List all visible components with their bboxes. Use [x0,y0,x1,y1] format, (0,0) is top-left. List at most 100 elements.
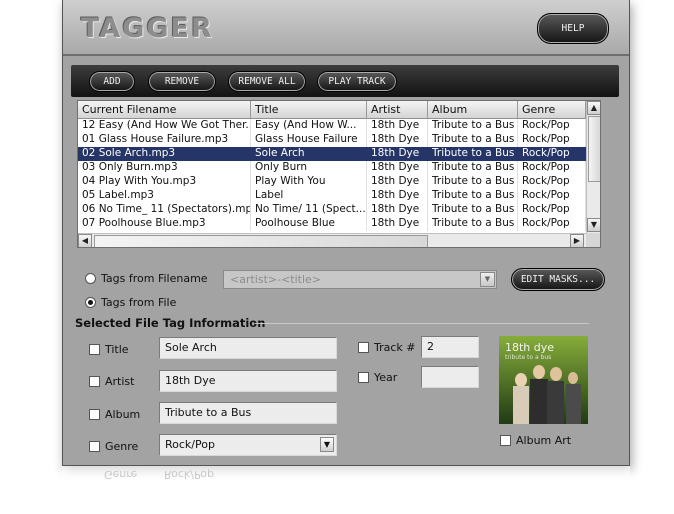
track-label: Track # [374,341,416,354]
scroll-right-arrow-icon[interactable]: ▶ [570,234,584,247]
track-checkbox[interactable] [358,342,369,353]
artist-label: Artist [105,375,135,388]
table-cell: Tribute to a Bus [428,119,518,133]
table-cell: No Time/ 11 (Spect... [251,203,367,217]
title-checkbox[interactable] [89,344,100,355]
table-cell: Tribute to a Bus [428,161,518,175]
remove-all-button[interactable]: REMOVE ALL [228,71,306,92]
table-row[interactable]: 05 Label.mp3 Label 18th Dye Tribute to a Bu… [78,189,586,203]
genre-dropdown-value: Rock/Pop [165,438,215,451]
table-cell: Tribute to a Bus [428,147,518,161]
scroll-left-arrow-icon[interactable]: ◀ [78,234,92,247]
table-cell: Tribute to a Bus [428,189,518,203]
add-button[interactable]: ADD [89,71,135,92]
table-cell: 04 Play With You.mp3 [78,175,251,189]
table-cell: 01 Glass House Failure.mp3 [78,133,251,147]
table-cell: 18th Dye [367,217,428,231]
genre-dropdown[interactable]: Rock/Pop ▼ [159,434,337,456]
table-cell: 18th Dye [367,161,428,175]
reflected-genre-label: Genre [104,468,138,481]
table-cell: Tribute to a Bus [428,175,518,189]
artist-checkbox[interactable] [89,376,100,387]
track-field[interactable]: 2 [421,336,479,358]
table-cell: 18th Dye [367,203,428,217]
table-row[interactable]: 06 No Time_ 11 (Spectators).mp3 No Time/ … [78,203,586,217]
column-header-title[interactable]: Title [251,101,367,119]
table-cell: Rock/Pop [518,119,586,133]
artist-field[interactable]: 18th Dye [159,370,337,392]
table-cell: 03 Only Burn.mp3 [78,161,251,175]
table-row[interactable]: 12 Easy (And How We Got Ther... Easy (And… [78,119,586,133]
album-art-subtitle: tribute to a bus [505,354,552,361]
table-cell: Easy (And How W... [251,119,367,133]
app-logo: TAGGER [81,13,214,44]
year-checkbox[interactable] [358,372,369,383]
column-header-album[interactable]: Album [428,101,518,119]
mask-combo[interactable]: <artist>-<title> ▼ [223,270,497,289]
column-header-filename[interactable]: Current Filename [78,101,251,119]
table-row[interactable]: 03 Only Burn.mp3 Only Burn 18th Dye Tribute… [78,161,586,175]
table-cell: 12 Easy (And How We Got Ther... [78,119,251,133]
genre-label: Genre [105,440,139,453]
column-header-genre[interactable]: Genre [518,101,586,119]
tag-info-heading: Selected File Tag Information [75,316,266,330]
table-cell: Rock/Pop [518,147,586,161]
album-field[interactable]: Tribute to a Bus [159,402,337,424]
play-track-button[interactable]: PLAY TRACK [317,71,397,92]
table-row[interactable]: 01 Glass House Failure.mp3 Glass House Fa… [78,133,586,147]
title-bar: TAGGER HELP [63,0,629,56]
genre-checkbox[interactable] [89,441,100,452]
album-checkbox[interactable] [89,409,100,420]
title-field[interactable]: Sole Arch [159,337,337,359]
help-button[interactable]: HELP [537,13,609,44]
scroll-down-arrow-icon[interactable]: ▼ [587,218,600,232]
scrollbar-corner [586,233,600,247]
table-cell: Play With You [251,175,367,189]
table-row[interactable]: 04 Play With You.mp3 Play With You 18th Dy… [78,175,586,189]
table-cell: 06 No Time_ 11 (Spectators).mp3 [78,203,251,217]
table-cell: 07 Poolhouse Blue.mp3 [78,217,251,231]
table-cell: Only Burn [251,161,367,175]
table-row[interactable]: 07 Poolhouse Blue.mp3 Poolhouse Blue 18th … [78,217,586,231]
table-cell: 18th Dye [367,189,428,203]
year-label: Year [374,371,398,384]
tags-from-file-radio[interactable] [85,297,96,308]
tags-from-file-label[interactable]: Tags from File [101,296,176,309]
chevron-down-icon[interactable]: ▼ [320,437,334,452]
year-field[interactable] [421,366,479,388]
table-cell: Poolhouse Blue [251,217,367,231]
table-cell: Rock/Pop [518,217,586,231]
vertical-scroll-thumb[interactable] [588,116,600,182]
album-art-image: 18th dye tribute to a bus [499,336,588,424]
column-header-artist[interactable]: Artist [367,101,428,119]
radio-selected-dot [88,300,93,305]
window-reflection: Genre Rock/Pop [62,466,630,514]
table-cell: 05 Label.mp3 [78,189,251,203]
edit-masks-button[interactable]: EDIT MASKS... [511,268,605,291]
album-art-label: Album Art [516,434,572,447]
scroll-up-arrow-icon[interactable]: ▲ [587,101,600,115]
section-divider [255,323,589,324]
horizontal-scroll-thumb[interactable] [94,235,428,247]
remove-button[interactable]: REMOVE [148,71,216,92]
table-cell: Tribute to a Bus [428,203,518,217]
table-cell: Rock/Pop [518,133,586,147]
tags-from-filename-radio[interactable] [85,273,96,284]
table-cell: Rock/Pop [518,203,586,217]
table-row[interactable]: 02 Sole Arch.mp3 Sole Arch 18th Dye Tribute… [78,147,586,161]
table-cell: Glass House Failure [251,133,367,147]
table-cell: Rock/Pop [518,175,586,189]
table-cell: 18th Dye [367,119,428,133]
table-cell: Sole Arch [251,147,367,161]
file-list[interactable]: Current Filename Title Artist Album Genr… [77,100,601,248]
dropdown-arrow-icon[interactable]: ▼ [480,272,495,287]
horizontal-scrollbar[interactable]: ◀ ▶ [78,233,586,247]
app-window: TAGGER HELP ADD REMOVE REMOVE ALL PLAY T… [62,0,630,466]
album-art-checkbox[interactable] [500,435,511,446]
toolbar: ADD REMOVE REMOVE ALL PLAY TRACK [71,65,619,97]
tags-from-filename-label[interactable]: Tags from Filename [101,272,208,285]
vertical-scrollbar[interactable]: ▲ ▼ [586,101,600,233]
table-cell: 18th Dye [367,175,428,189]
mask-combo-value: <artist>-<title> [230,273,322,286]
column-headers: Current Filename Title Artist Album Genr… [78,101,586,119]
